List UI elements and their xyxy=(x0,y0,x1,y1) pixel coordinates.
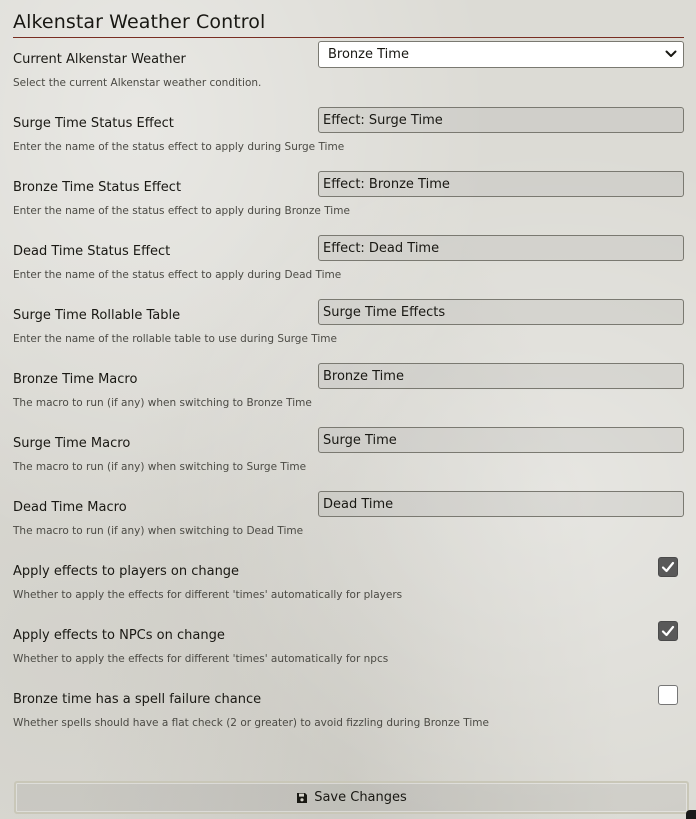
setting-surge-macro: Surge Time Macro The macro to run (if an… xyxy=(13,427,684,486)
apply-npcs-notes: Whether to apply the effects for differe… xyxy=(13,653,389,665)
setting-bronze-effect: Bronze Time Status Effect Enter the name… xyxy=(13,171,684,230)
surge-macro-input[interactable] xyxy=(318,427,684,453)
bronze-macro-notes: The macro to run (if any) when switching… xyxy=(13,397,312,409)
floppy-disk-icon xyxy=(297,792,308,803)
setting-surge-effect: Surge Time Status Effect Enter the name … xyxy=(13,107,684,166)
current-weather-notes: Select the current Alkenstar weather con… xyxy=(13,77,262,89)
current-weather-select[interactable]: Bronze Time xyxy=(318,41,684,68)
surge-effect-label: Surge Time Status Effect xyxy=(13,116,174,131)
setting-apply-npcs: Apply effects to NPCs on change Whether … xyxy=(13,621,684,678)
window-title: Alkenstar Weather Control xyxy=(13,11,266,33)
bronze-effect-input[interactable] xyxy=(318,171,684,197)
resize-handle[interactable] xyxy=(686,810,696,819)
spell-failure-checkbox[interactable] xyxy=(658,685,678,705)
checkmark-icon xyxy=(661,561,675,573)
spell-failure-label: Bronze time has a spell failure chance xyxy=(13,692,262,707)
surge-table-notes: Enter the name of the rollable table to … xyxy=(13,333,337,345)
dead-effect-input[interactable] xyxy=(318,235,684,261)
surge-table-label: Surge Time Rollable Table xyxy=(13,308,181,323)
dead-macro-input[interactable] xyxy=(318,491,684,517)
dead-effect-notes: Enter the name of the status effect to a… xyxy=(13,269,342,281)
apply-players-notes: Whether to apply the effects for differe… xyxy=(13,589,403,601)
setting-dead-effect: Dead Time Status Effect Enter the name o… xyxy=(13,235,684,294)
title-divider xyxy=(13,37,684,38)
setting-bronze-macro: Bronze Time Macro The macro to run (if a… xyxy=(13,363,684,422)
dead-macro-notes: The macro to run (if any) when switching… xyxy=(13,525,304,537)
surge-macro-label: Surge Time Macro xyxy=(13,436,131,451)
bronze-effect-label: Bronze Time Status Effect xyxy=(13,180,182,195)
current-weather-selected-value: Bronze Time xyxy=(328,47,409,62)
surge-effect-notes: Enter the name of the status effect to a… xyxy=(13,141,345,153)
setting-surge-table: Surge Time Rollable Table Enter the name… xyxy=(13,299,684,358)
apply-npcs-checkbox[interactable] xyxy=(658,621,678,641)
surge-macro-notes: The macro to run (if any) when switching… xyxy=(13,461,307,473)
spell-failure-notes: Whether spells should have a flat check … xyxy=(13,717,489,729)
setting-apply-players: Apply effects to players on change Wheth… xyxy=(13,557,684,614)
setting-dead-macro: Dead Time Macro The macro to run (if any… xyxy=(13,491,684,550)
dead-macro-label: Dead Time Macro xyxy=(13,500,127,515)
save-changes-label: Save Changes xyxy=(314,790,407,805)
save-changes-button[interactable]: Save Changes xyxy=(14,781,689,814)
chevron-down-icon xyxy=(664,47,678,61)
checkmark-icon xyxy=(661,625,675,637)
bronze-effect-notes: Enter the name of the status effect to a… xyxy=(13,205,350,217)
apply-players-checkbox[interactable] xyxy=(658,557,678,577)
setting-current-weather: Current Alkenstar Weather Select the cur… xyxy=(13,41,684,102)
setting-spell-failure: Bronze time has a spell failure chance W… xyxy=(13,685,684,742)
bronze-macro-input[interactable] xyxy=(318,363,684,389)
apply-npcs-label: Apply effects to NPCs on change xyxy=(13,628,225,643)
apply-players-label: Apply effects to players on change xyxy=(13,564,240,579)
surge-effect-input[interactable] xyxy=(318,107,684,133)
current-weather-label: Current Alkenstar Weather xyxy=(13,52,186,67)
dead-effect-label: Dead Time Status Effect xyxy=(13,244,171,259)
surge-table-input[interactable] xyxy=(318,299,684,325)
bronze-macro-label: Bronze Time Macro xyxy=(13,372,138,387)
